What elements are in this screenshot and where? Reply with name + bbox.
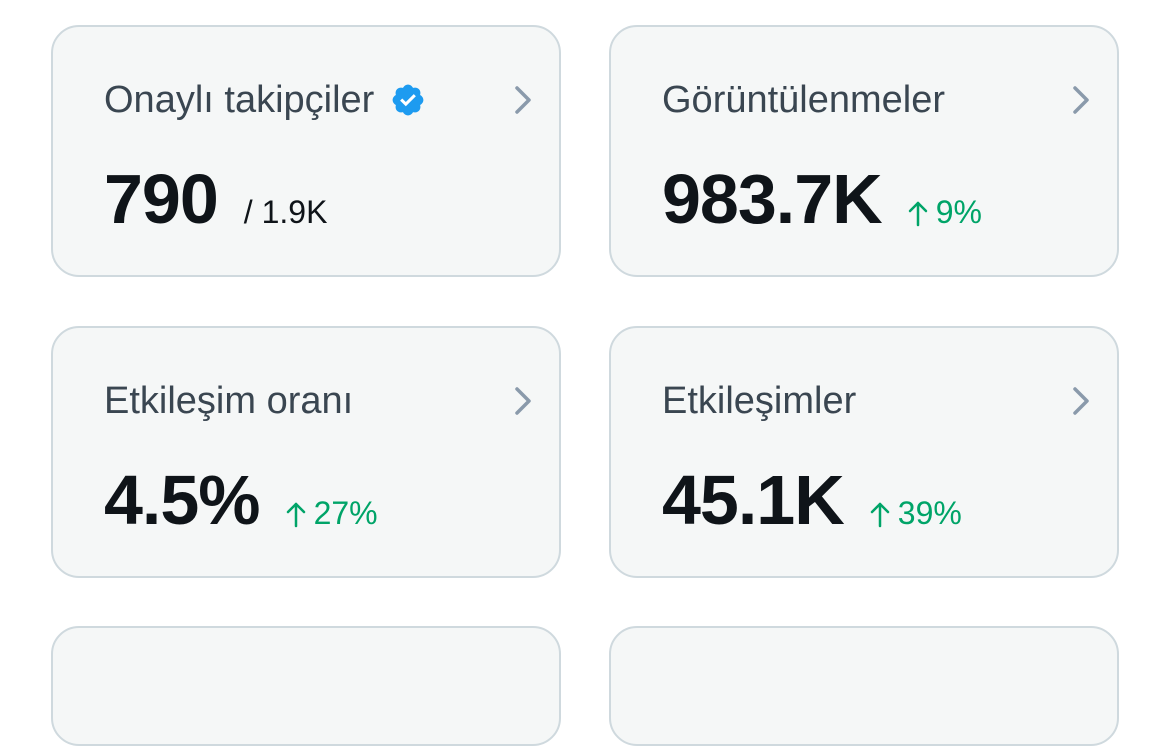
stat-change-value: 9% bbox=[935, 194, 982, 230]
stat-change-value: 39% bbox=[897, 495, 962, 531]
stat-value: 45.1K bbox=[662, 461, 845, 539]
value-row: 983.7K 9% bbox=[662, 159, 982, 239]
stat-total: / 1.9K bbox=[243, 194, 328, 230]
chevron-right-icon[interactable] bbox=[509, 82, 537, 118]
stat-card-partial[interactable] bbox=[609, 626, 1119, 746]
stat-card-engagements[interactable]: Etkileşimler 45.1K 39% bbox=[609, 326, 1119, 578]
stat-value: 4.5% bbox=[104, 461, 261, 539]
card-title-label: Etkileşimler bbox=[662, 380, 857, 422]
stat-change-value: 27% bbox=[313, 495, 378, 531]
stat-change: 9% bbox=[908, 194, 982, 231]
stat-value: 983.7K bbox=[662, 160, 883, 238]
card-title-label: Onaylı takipçiler bbox=[104, 79, 375, 121]
stat-card-verified-followers[interactable]: Onaylı takipçiler 790 / 1.9K bbox=[51, 25, 561, 277]
chevron-right-icon[interactable] bbox=[509, 383, 537, 419]
value-row: 4.5% 27% bbox=[104, 460, 378, 540]
card-title-label: Etkileşim oranı bbox=[104, 380, 354, 422]
stat-card-impressions[interactable]: Görüntülenmeler 983.7K 9% bbox=[609, 25, 1119, 277]
arrow-up-icon bbox=[870, 502, 890, 527]
stat-value: 790 bbox=[104, 160, 219, 238]
stat-change: 39% bbox=[870, 495, 962, 532]
arrow-up-icon bbox=[908, 201, 927, 226]
value-row: 45.1K 39% bbox=[662, 460, 962, 540]
card-title: Onaylı takipçiler bbox=[104, 77, 426, 123]
stat-card-partial[interactable] bbox=[51, 626, 561, 746]
value-row: 790 / 1.9K bbox=[104, 159, 327, 239]
chevron-right-icon[interactable] bbox=[1067, 383, 1095, 419]
arrow-up-icon bbox=[286, 502, 305, 527]
stat-card-engagement-rate[interactable]: Etkileşim oranı 4.5% 27% bbox=[51, 326, 561, 578]
chevron-right-icon[interactable] bbox=[1067, 82, 1095, 118]
card-title: Etkileşim oranı bbox=[104, 378, 353, 424]
verified-badge-icon bbox=[392, 84, 424, 116]
stat-change: 27% bbox=[286, 495, 378, 532]
card-title: Görüntülenmeler bbox=[662, 77, 945, 123]
card-title-label: Görüntülenmeler bbox=[662, 79, 946, 121]
card-title: Etkileşimler bbox=[662, 378, 856, 424]
